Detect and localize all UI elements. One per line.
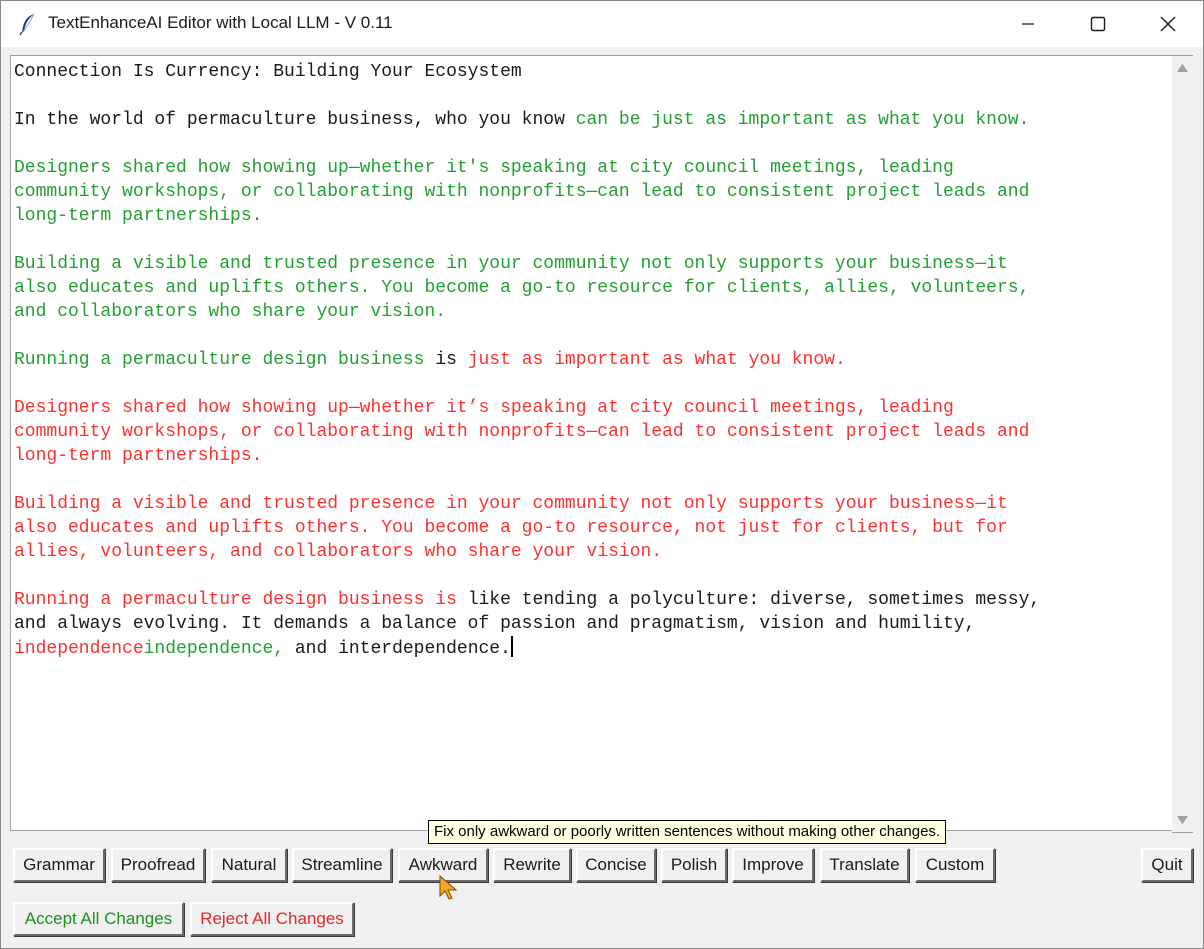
added-text: and collaborators who share your vision. (14, 302, 447, 322)
proofread-button[interactable]: Proofread (111, 848, 205, 882)
editor-line: Designers shared how showing up—whether … (14, 156, 1040, 180)
vertical-scrollbar[interactable] (1172, 55, 1193, 833)
improve-button[interactable]: Improve (732, 848, 814, 882)
title-bar: TextEnhanceAI Editor with Local LLM - V … (1, 1, 1203, 47)
rewrite-button[interactable]: Rewrite (493, 848, 571, 882)
removed-text: just as important as what you know. (467, 350, 846, 370)
added-text: Running a permaculture design business (14, 350, 425, 370)
added-text: long-term partnerships. (14, 206, 263, 226)
editor-line: also educates and uplifts others. You be… (14, 516, 1040, 540)
removed-text: also educates and uplifts others. You be… (14, 518, 1008, 538)
removed-text: Building a visible and trusted presence … (14, 494, 1008, 514)
added-text: Designers shared how showing up—whether … (14, 158, 954, 178)
maximize-button[interactable] (1063, 1, 1133, 47)
added-text: also educates and uplifts others. You be… (14, 278, 1030, 298)
polish-button[interactable]: Polish (661, 848, 727, 882)
concise-button[interactable]: Concise (576, 848, 656, 882)
text-caret (510, 636, 513, 657)
quit-button[interactable]: Quit (1141, 848, 1193, 882)
reject-all-changes-button[interactable]: Reject All Changes (190, 902, 354, 936)
feather-icon (19, 13, 35, 36)
accept-all-changes-button[interactable]: Accept All Changes (13, 902, 184, 936)
grammar-button[interactable]: Grammar (13, 848, 105, 882)
added-text: can be just as important as what you kno… (575, 110, 1030, 130)
scroll-down-arrow-icon[interactable] (1177, 816, 1188, 824)
editor-line: Running a permaculture design business i… (14, 588, 1040, 612)
editor-line: allies, volunteers, and collaborators wh… (14, 540, 1040, 564)
editor-line: community workshops, or collaborating wi… (14, 420, 1040, 444)
close-icon (1160, 16, 1176, 32)
text-editor[interactable]: Connection Is Currency: Building Your Ec… (10, 55, 1173, 831)
close-button[interactable] (1133, 1, 1203, 47)
editor-content[interactable]: Connection Is Currency: Building Your Ec… (14, 60, 1040, 660)
removed-text: long-term partnerships. (14, 446, 263, 466)
added-text: Building a visible and trusted presence … (14, 254, 1008, 274)
minimize-button[interactable] (993, 1, 1063, 47)
editor-line: Connection Is Currency: Building Your Ec… (14, 60, 1040, 84)
plain-text: like tending a polyculture: diverse, som… (467, 590, 1041, 610)
minimize-icon (1022, 23, 1034, 25)
editor-line: and collaborators who share your vision. (14, 300, 1040, 324)
maximize-icon (1090, 16, 1106, 32)
plain-text: is (424, 350, 468, 370)
editor-line: also educates and uplifts others. You be… (14, 276, 1040, 300)
plain-text: and interdependence. (284, 639, 511, 659)
editor-line: Running a permaculture design business i… (14, 348, 1040, 372)
window-title: TextEnhanceAI Editor with Local LLM - V … (48, 13, 393, 32)
editor-line: Building a visible and trusted presence … (14, 492, 1040, 516)
editor-line: and always evolving. It demands a balanc… (14, 612, 1040, 636)
natural-button[interactable]: Natural (211, 848, 287, 882)
translate-button[interactable]: Translate (820, 848, 909, 882)
awkward-tooltip: Fix only awkward or poorly written sente… (428, 820, 947, 844)
added-text: independence, (143, 639, 285, 659)
editor-line: long-term partnerships. (14, 444, 1040, 468)
added-text: community workshops, or collaborating wi… (14, 182, 1030, 202)
plain-text: In the world of permaculture business, w… (14, 110, 576, 130)
app-window: TextEnhanceAI Editor with Local LLM - V … (0, 0, 1204, 949)
custom-button[interactable]: Custom (915, 848, 995, 882)
editor-line: Designers shared how showing up—whether … (14, 396, 1040, 420)
removed-text: allies, volunteers, and collaborators wh… (14, 542, 663, 562)
removed-text: Designers shared how showing up—whether … (14, 398, 954, 418)
editor-line: community workshops, or collaborating wi… (14, 180, 1040, 204)
removed-text: Running a permaculture design business i… (14, 590, 468, 610)
scroll-up-arrow-icon[interactable] (1177, 64, 1188, 72)
editor-line: long-term partnerships. (14, 204, 1040, 228)
plain-text: Connection Is Currency: Building Your Ec… (14, 62, 522, 82)
editor-line: Building a visible and trusted presence … (14, 252, 1040, 276)
plain-text: and always evolving. It demands a balanc… (14, 614, 976, 634)
editor-line: independenceindependence, and interdepen… (14, 636, 1040, 660)
removed-text: community workshops, or collaborating wi… (14, 422, 1030, 442)
mouse-pointer-icon (439, 875, 458, 900)
editor-line: In the world of permaculture business, w… (14, 108, 1040, 132)
streamline-button[interactable]: Streamline (292, 848, 392, 882)
removed-text: independence (14, 639, 144, 659)
